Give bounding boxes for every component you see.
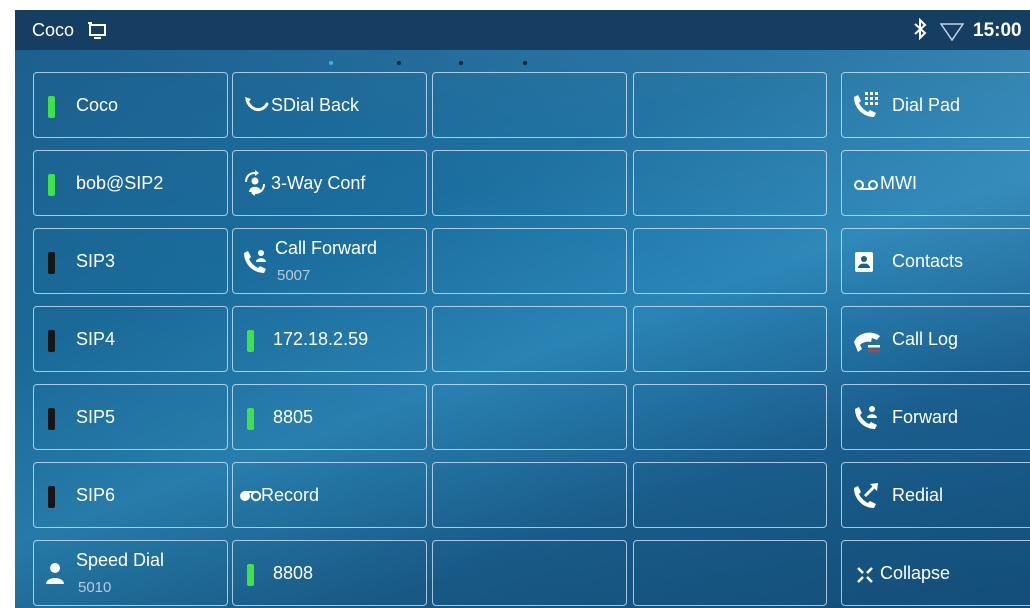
call-log-icon [852, 328, 882, 359]
three-way-conf-key[interactable]: 3-Way Conf [232, 150, 427, 216]
conference-icon [242, 170, 268, 201]
line-key-sip5[interactable]: SIP5 [33, 384, 228, 450]
line-key-label: SIP6 [76, 485, 116, 505]
line-key-label: SIP4 [76, 329, 116, 349]
record-key[interactable]: Record [232, 462, 427, 528]
line-key-sip3[interactable]: SIP3 [33, 228, 228, 294]
page-dot-3[interactable] [459, 61, 463, 65]
call-log-button[interactable]: Call Log [841, 306, 1030, 372]
line-key-label: bob@SIP2 [76, 173, 164, 193]
page-dot-2[interactable] [397, 61, 401, 65]
function-key-label: Record [261, 485, 320, 505]
dial-pad-button[interactable]: Dial Pad [841, 72, 1030, 138]
status-indicator [48, 96, 55, 118]
blf-key-8808[interactable]: 8808 [232, 540, 427, 606]
speed-dial-key[interactable]: Speed Dial 5010 [33, 540, 228, 606]
status-indicator [48, 174, 55, 196]
redial-button[interactable]: Redial [841, 462, 1030, 528]
contacts-button[interactable]: Contacts [841, 228, 1030, 294]
status-indicator [48, 486, 55, 508]
status-indicator [247, 564, 254, 586]
menu-label: Redial [892, 485, 944, 505]
wifi-icon [939, 22, 965, 47]
empty-key[interactable] [432, 384, 627, 450]
empty-key[interactable] [633, 462, 827, 528]
speed-dial-label: Speed Dial [76, 550, 165, 570]
function-key-label: Call Forward [275, 238, 378, 258]
call-forward-key[interactable]: Call Forward 5007 [232, 228, 427, 294]
menu-label: Contacts [892, 251, 964, 271]
clock: 15:00 [973, 20, 1022, 41]
record-icon [240, 489, 262, 507]
page-dot-4[interactable] [523, 61, 527, 65]
empty-key[interactable] [432, 228, 627, 294]
menu-label: Collapse [880, 563, 951, 583]
line-key-sip4[interactable]: SIP4 [33, 306, 228, 372]
empty-key[interactable] [633, 72, 827, 138]
redial-icon [852, 482, 880, 515]
empty-key[interactable] [633, 228, 827, 294]
empty-key[interactable] [633, 384, 827, 450]
line-key-label: Coco [76, 95, 119, 115]
forward-icon [852, 403, 882, 436]
monitor-icon [87, 22, 107, 45]
line-key-label: SIP5 [76, 407, 116, 427]
dialpad-icon [852, 91, 882, 124]
forward-button[interactable]: Forward [841, 384, 1030, 450]
blf-key-8805[interactable]: 8805 [232, 384, 427, 450]
empty-key[interactable] [432, 540, 627, 606]
contact-icon [45, 561, 65, 590]
status-indicator [247, 408, 254, 430]
bluetooth-icon [913, 17, 927, 46]
ip-key[interactable]: 172.18.2.59 [232, 306, 427, 372]
function-key-label: 8808 [273, 563, 314, 583]
contacts-icon [854, 251, 874, 278]
line-key-coco[interactable]: Coco [33, 72, 228, 138]
empty-key[interactable] [633, 540, 827, 606]
menu-label: Call Log [892, 329, 959, 349]
page-dot-1[interactable] [329, 61, 333, 65]
function-key-label: 172.18.2.59 [273, 329, 369, 349]
empty-key[interactable] [633, 306, 827, 372]
line-key-sip6[interactable]: SIP6 [33, 462, 228, 528]
callback-icon [245, 96, 269, 119]
menu-label: MWI [880, 173, 917, 193]
empty-key[interactable] [432, 72, 627, 138]
function-key-label: 3-Way Conf [271, 173, 366, 193]
sdial-back-key[interactable]: SDial Back [232, 72, 427, 138]
call-forward-icon [241, 247, 271, 280]
function-key-label: SDial Back [271, 95, 360, 115]
menu-label: Dial Pad [892, 95, 961, 115]
status-indicator [48, 252, 55, 274]
empty-key[interactable] [432, 462, 627, 528]
empty-key[interactable] [633, 150, 827, 216]
empty-key[interactable] [432, 306, 627, 372]
status-title: Coco [32, 20, 75, 40]
status-indicator [247, 330, 254, 352]
forward-number: 5007 [277, 267, 311, 284]
collapse-button[interactable]: Collapse [841, 540, 1030, 606]
phone-screen: Coco 15:00 Coco bob@SIP2 SIP3 SIP4 SIP5 … [15, 10, 1030, 608]
menu-label: Forward [892, 407, 959, 427]
speed-dial-number: 5010 [78, 579, 112, 596]
status-bar: Coco 15:00 [15, 10, 1030, 50]
line-key-label: SIP3 [76, 251, 116, 271]
status-indicator [48, 330, 55, 352]
status-indicator [48, 408, 55, 430]
collapse-icon [856, 566, 874, 589]
line-key-bob[interactable]: bob@SIP2 [33, 150, 228, 216]
function-key-label: 8805 [273, 407, 314, 427]
voicemail-icon [854, 178, 878, 196]
mwi-button[interactable]: MWI [841, 150, 1030, 216]
empty-key[interactable] [432, 150, 627, 216]
